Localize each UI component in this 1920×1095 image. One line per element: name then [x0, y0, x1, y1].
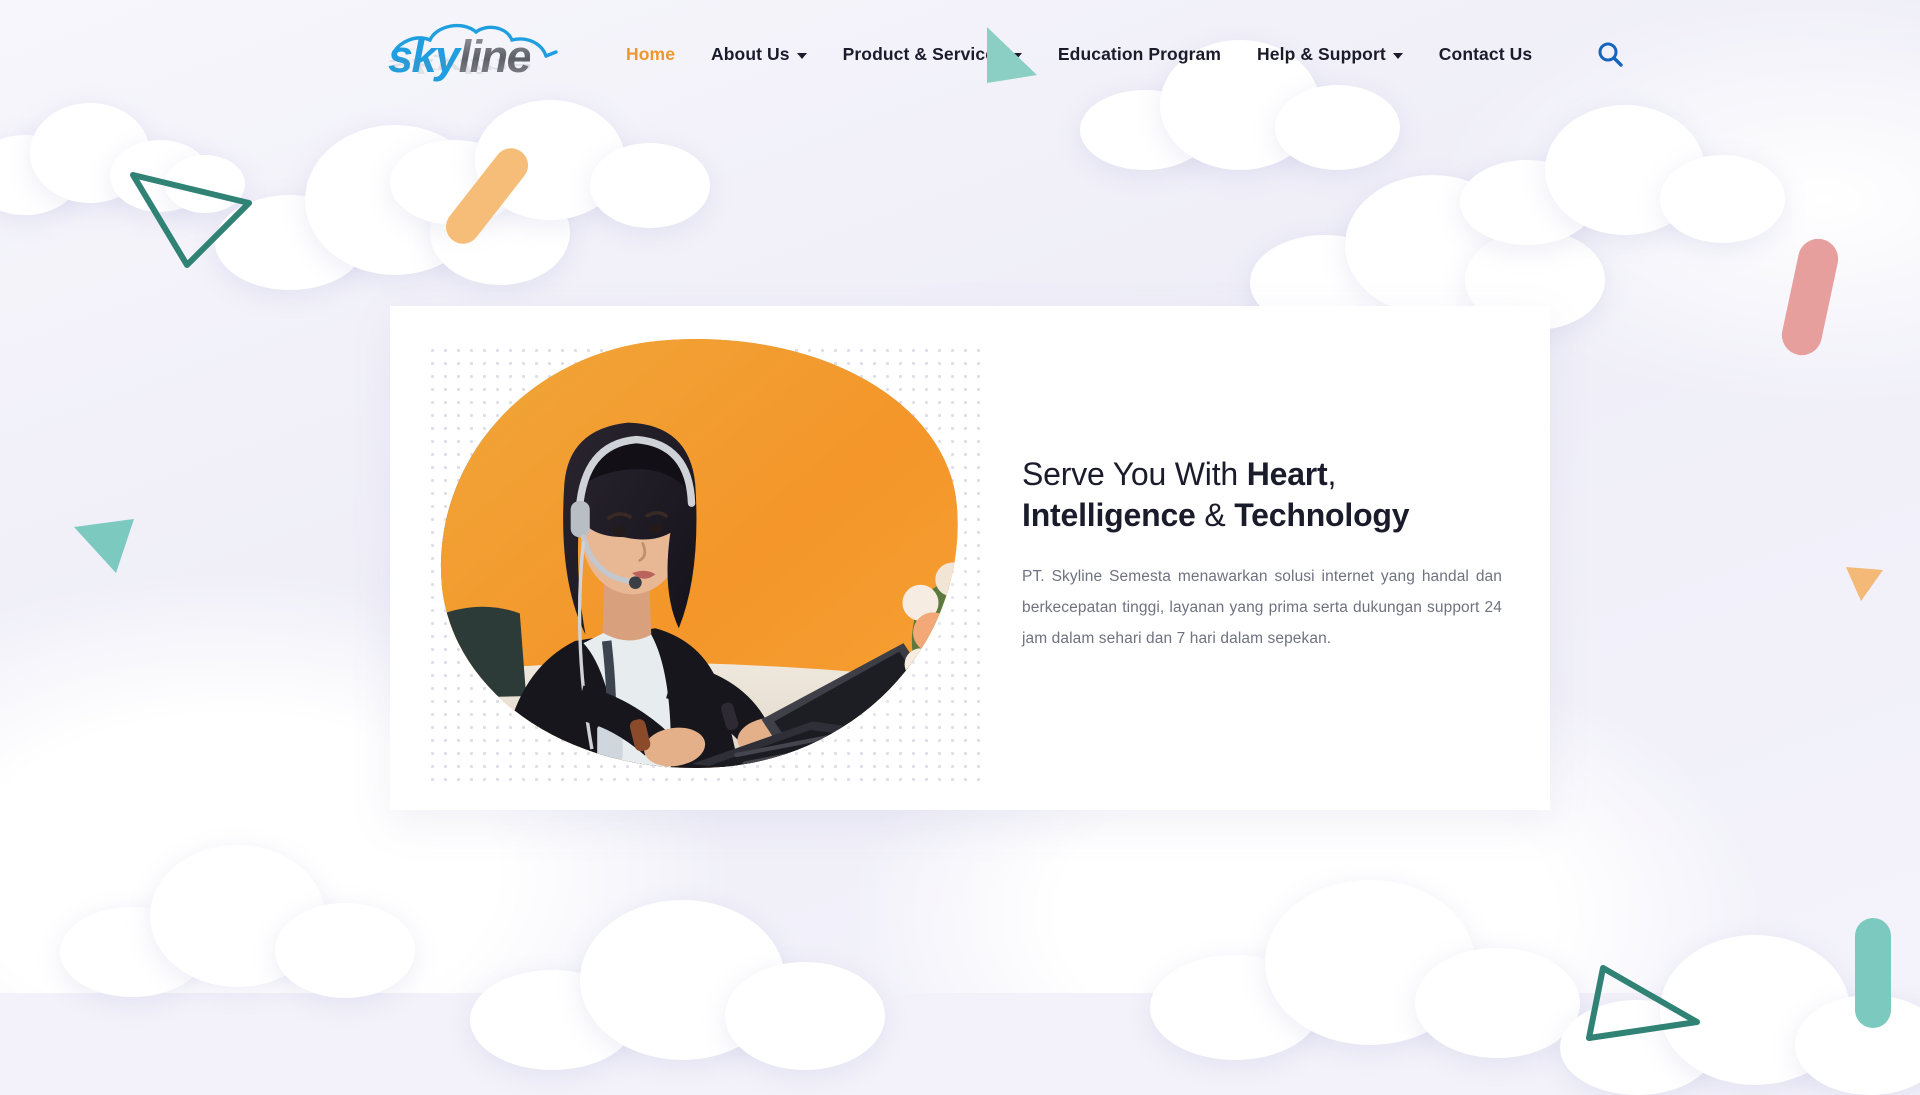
hero-title: Serve You With Heart, Intelligence & Tec…: [1022, 454, 1502, 536]
nav-item-about-us[interactable]: About Us: [693, 36, 825, 73]
agent-photo: [422, 316, 977, 790]
nav-item-education-program[interactable]: Education Program: [1040, 36, 1239, 73]
chevron-down-icon: [1012, 53, 1022, 59]
hero-title-plain-2: &: [1196, 497, 1235, 533]
hero-title-plain-1: Serve You With: [1022, 456, 1247, 492]
main-navigation: Home About Us Product & Services Educati…: [608, 36, 1550, 73]
chevron-down-icon: [1393, 53, 1403, 59]
nav-label: Home: [626, 44, 675, 65]
nav-label: Product & Services: [843, 44, 1005, 65]
hero-title-bold-heart: Heart: [1247, 456, 1328, 492]
logo-reflection: skyline: [388, 56, 530, 76]
nav-label: Education Program: [1058, 44, 1221, 65]
search-icon[interactable]: [1596, 37, 1624, 71]
hero-title-separator: ,: [1328, 456, 1337, 492]
site-header: skyline skyline Home About Us Product & …: [0, 0, 1920, 108]
nav-label: Help & Support: [1257, 44, 1386, 65]
hero-description: PT. Skyline Semesta menawarkan solusi in…: [1022, 561, 1502, 654]
hero-image: [432, 328, 982, 788]
nav-item-contact-us[interactable]: Contact Us: [1421, 36, 1550, 73]
nav-label: Contact Us: [1439, 44, 1532, 65]
nav-item-home[interactable]: Home: [608, 36, 693, 73]
nav-label: About Us: [711, 44, 790, 65]
nav-item-product-services[interactable]: Product & Services: [825, 36, 1040, 73]
site-logo[interactable]: skyline skyline: [390, 18, 570, 90]
chevron-down-icon: [797, 53, 807, 59]
nav-item-help-support[interactable]: Help & Support: [1239, 36, 1421, 73]
hero-text-block: Serve You With Heart, Intelligence & Tec…: [982, 454, 1550, 655]
hero-title-bold-technology: Technology: [1234, 497, 1409, 533]
hero-title-bold-intelligence: Intelligence: [1022, 497, 1196, 533]
hero-card: Serve You With Heart, Intelligence & Tec…: [390, 306, 1550, 810]
